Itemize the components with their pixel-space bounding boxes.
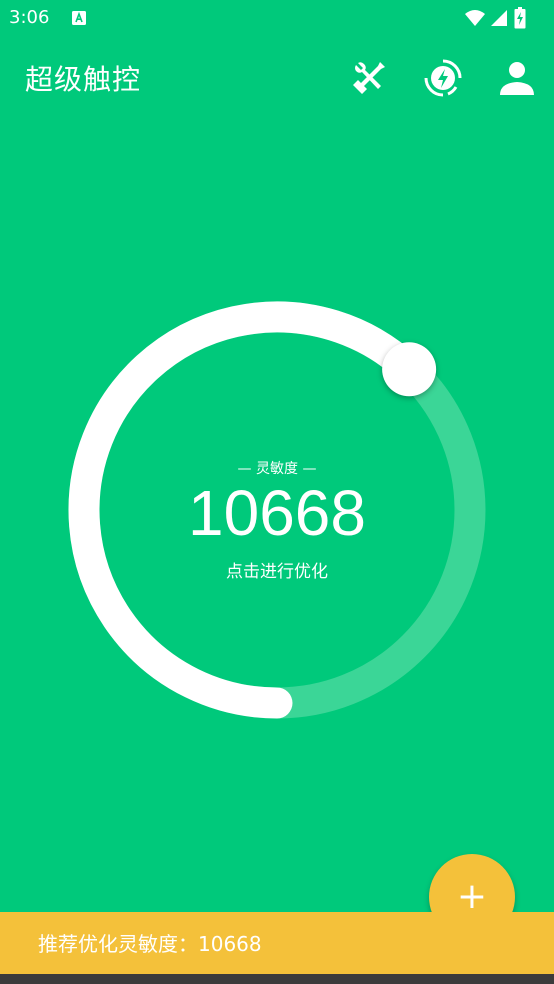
dial-knob[interactable] xyxy=(382,342,437,397)
sensitivity-value: 10668 xyxy=(188,477,366,549)
recommendation-text: 推荐优化灵敏度：10668 xyxy=(38,932,262,956)
recommendation-snackbar: 推荐优化灵敏度：10668 xyxy=(0,912,554,974)
navigation-bar xyxy=(0,974,554,984)
plus-icon: + xyxy=(456,876,488,917)
optimize-link[interactable]: 点击进行优化 xyxy=(0,560,554,584)
